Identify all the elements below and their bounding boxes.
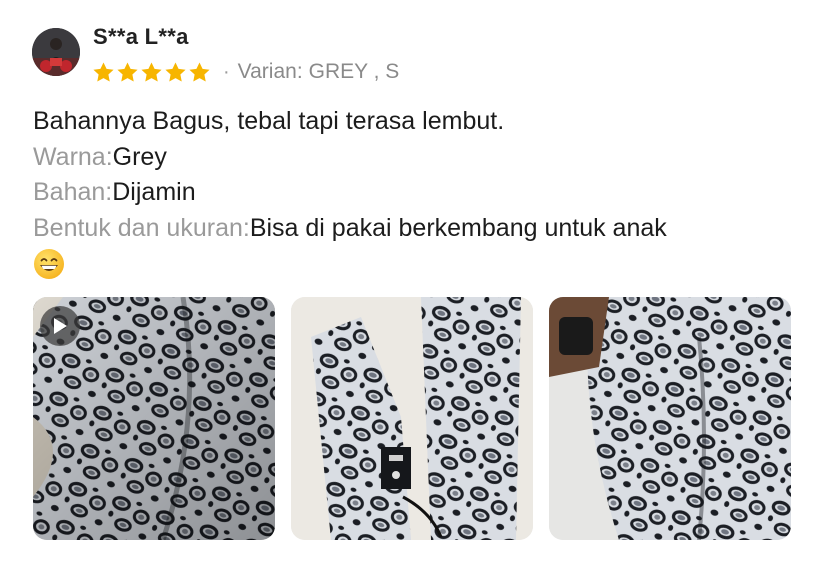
star-icon [165, 61, 186, 82]
reviewer-avatar[interactable] [32, 28, 80, 76]
review-body: Bahannya Bagus, tebal tapi terasa lembut… [33, 104, 813, 284]
star-icon [189, 61, 210, 82]
star-rating [92, 61, 211, 84]
attribute-value: Dijamin [112, 178, 196, 206]
review-photo-thumbnail[interactable] [549, 297, 791, 540]
review-attribute-size: Bentuk dan ukuran:Bisa di pakai berkemba… [33, 211, 813, 247]
attribute-value: Bisa di pakai berkembang untuk anak [249, 213, 667, 242]
review-photo-thumbnail[interactable] [291, 297, 533, 540]
review-attribute-color: Warna:Grey [33, 140, 813, 176]
review-video-thumbnail[interactable] [33, 297, 275, 540]
review-attribute-material: Bahan:Dijamin [33, 175, 813, 211]
rating-row: · Varian: GREY , S [92, 58, 399, 86]
review-media-gallery [33, 297, 791, 540]
play-icon [54, 318, 67, 334]
leopard-pants-flatlay-photo [291, 297, 533, 540]
attribute-label: Bahan: [33, 178, 113, 206]
review-headline: Bahannya Bagus, tebal tapi terasa lembut… [33, 107, 505, 135]
star-icon [141, 61, 162, 82]
attribute-value: Grey [112, 142, 167, 171]
separator-dot: · [223, 61, 230, 83]
attribute-label: Warna: [33, 142, 113, 171]
attribute-label: Bentuk dan ukuran: [33, 213, 250, 242]
variant-label: Varian: [237, 60, 303, 83]
star-icon [93, 61, 114, 82]
leopard-pants-worn-photo [549, 297, 791, 540]
emoji-row [33, 246, 813, 284]
play-button[interactable] [40, 306, 80, 346]
variant-value: GREY , S [308, 60, 400, 83]
star-icon [117, 61, 138, 82]
reviewer-name: S**a L**a [93, 24, 189, 49]
grinning-face-emoji-icon [34, 249, 64, 279]
avatar-photo-icon [32, 28, 80, 76]
